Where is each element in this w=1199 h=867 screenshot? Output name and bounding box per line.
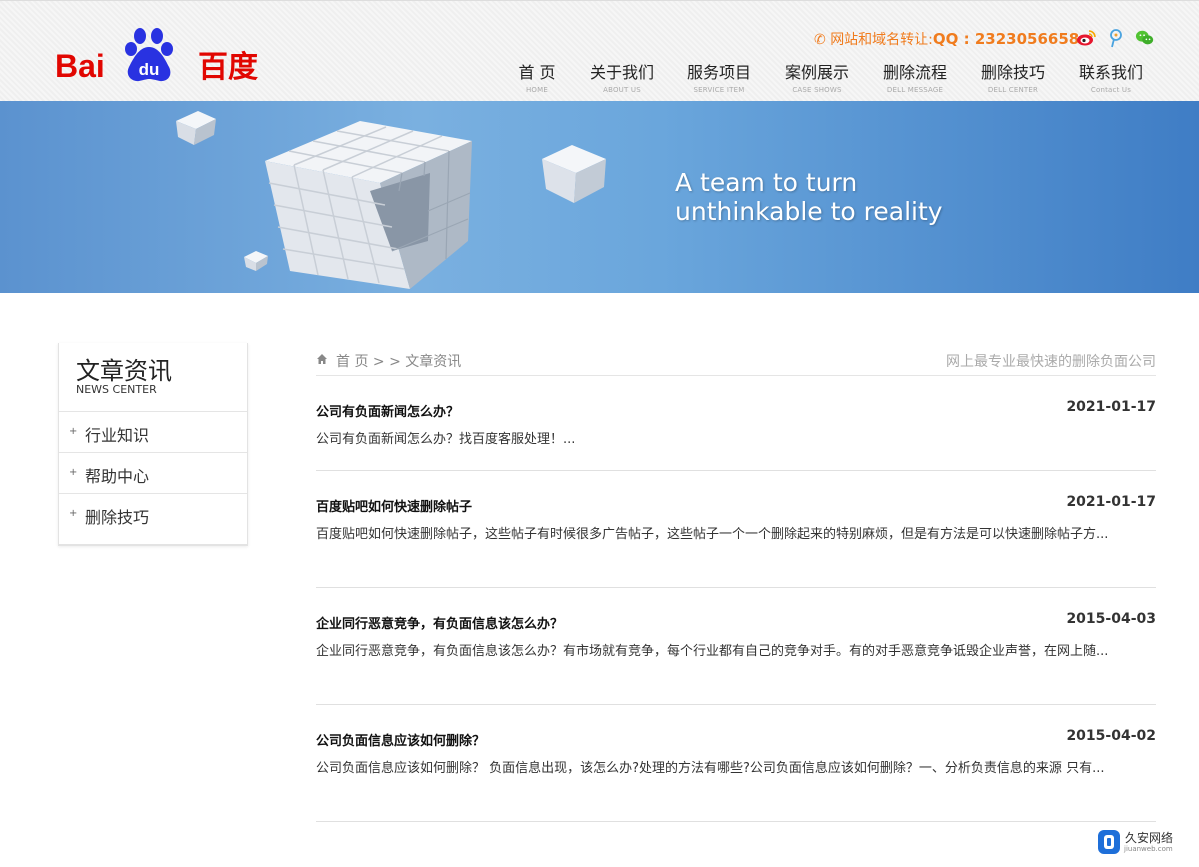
nav-sublabel: ABOUT US xyxy=(603,86,641,94)
nav-label: 删除技巧 xyxy=(980,63,1045,82)
nav-label: 联系我们 xyxy=(1078,63,1143,82)
article-summary: 百度贴吧如何快速删除帖子，这些帖子有时候很多广告帖子，这些帖子一个一个删除起来的… xyxy=(316,527,1109,542)
page-slogan: 网上最专业最快速的删除负面公司 xyxy=(946,354,1156,370)
sidebar-item-help[interactable]: + 帮助中心 xyxy=(59,453,247,494)
sidebar-item-label: 帮助中心 xyxy=(85,467,150,486)
article-item: 公司负面信息应该如何删除？ 2015-04-02 公司负面信息应该如何删除？ 负… xyxy=(316,728,1156,822)
nav-cases[interactable]: 案例展示 CASE SHOWS xyxy=(772,59,862,94)
nav-label: 首 页 xyxy=(518,63,556,82)
article-date: 2015-04-02 xyxy=(1066,728,1156,744)
site-header: du Bai 百度 ✆ 网站和域名转让:QQ : 2323056658 首 页 … xyxy=(0,0,1199,101)
breadcrumb: 首 页 > > 文章资讯 网上最专业最快速的删除负面公司 xyxy=(316,351,1156,376)
svg-text:Bai: Bai xyxy=(55,48,105,83)
sidebar-item-label: 删除技巧 xyxy=(85,508,150,527)
hero-banner: A team to turn unthinkable to reality xyxy=(0,101,1199,293)
nav-tips[interactable]: 删除技巧 DELL CENTER xyxy=(968,59,1058,94)
plus-icon: + xyxy=(69,508,78,519)
sidebar: 文章资讯 NEWS CENTER + 行业知识 + 帮助中心 + 删除技巧 xyxy=(58,343,248,546)
home-icon[interactable] xyxy=(316,353,328,365)
pin-icon[interactable] xyxy=(1106,28,1126,48)
nav-sublabel: DELL CENTER xyxy=(987,86,1039,94)
article-date: 2021-01-17 xyxy=(1066,399,1156,415)
nav-label: 关于我们 xyxy=(589,63,654,82)
wechat-icon[interactable] xyxy=(1135,28,1155,48)
small-cube-icon xyxy=(244,251,268,271)
nav-sublabel: DELL MESSAGE xyxy=(886,86,944,94)
nav-sublabel: Contact Us xyxy=(1090,86,1132,94)
contact-info: ✆ 网站和域名转让:QQ : 2323056658 xyxy=(814,29,1079,49)
article-date: 2021-01-17 xyxy=(1066,494,1156,510)
watermark-name: 久安网络 xyxy=(1125,831,1174,845)
article-item: 企业同行恶意竞争，有负面信息该怎么办？ 2015-04-03 企业同行恶意竞争，… xyxy=(316,611,1156,705)
baidu-logo[interactable]: du Bai 百度 xyxy=(55,27,280,83)
nav-about[interactable]: 关于我们 ABOUT US xyxy=(577,59,667,94)
article-summary: 公司有负面新闻怎么办？找百度客服处理！... xyxy=(316,432,576,447)
svg-text:百度: 百度 xyxy=(198,50,258,83)
nav-label: 案例展示 xyxy=(784,63,849,82)
article-title[interactable]: 百度贴吧如何快速删除帖子 xyxy=(316,496,472,515)
plus-icon: + xyxy=(69,426,78,437)
nav-sublabel: CASE SHOWS xyxy=(792,86,842,94)
weibo-icon[interactable] xyxy=(1076,28,1096,48)
nav-sublabel: SERVICE ITEM xyxy=(693,86,745,94)
tagline-line1: A team to turn xyxy=(675,168,858,197)
nav-label: 服务项目 xyxy=(686,63,751,82)
sidebar-item-industry[interactable]: + 行业知识 xyxy=(59,412,247,453)
contact-qq[interactable]: QQ : 2323056658 xyxy=(933,30,1079,48)
big-cube-icon xyxy=(265,121,472,289)
nav-contact[interactable]: 联系我们 Contact Us xyxy=(1066,59,1156,94)
nav-process[interactable]: 删除流程 DELL MESSAGE xyxy=(870,59,960,94)
article-summary: 公司负面信息应该如何删除？ 负面信息出现，该怎么办?处理的方法有哪些?公司负面信… xyxy=(316,761,1105,776)
sidebar-item-label: 行业知识 xyxy=(85,426,150,445)
tagline-line2: unthinkable to reality xyxy=(675,197,943,226)
contact-label: 网站和域名转让: xyxy=(830,32,933,48)
plus-icon: + xyxy=(69,467,78,478)
banner-tagline: A team to turn unthinkable to reality xyxy=(675,168,943,226)
svg-text:du: du xyxy=(139,60,160,79)
nav-services[interactable]: 服务项目 SERVICE ITEM xyxy=(674,59,764,94)
small-cube-icon xyxy=(542,145,606,203)
cube-illustration xyxy=(176,111,606,289)
sidebar-subtitle: NEWS CENTER xyxy=(76,383,157,396)
article-item: 百度贴吧如何快速删除帖子 2021-01-17 百度贴吧如何快速删除帖子，这些帖… xyxy=(316,494,1156,588)
article-item: 公司有负面新闻怎么办？ 2021-01-17 公司有负面新闻怎么办？找百度客服处… xyxy=(316,399,1156,471)
article-date: 2015-04-03 xyxy=(1066,611,1156,627)
article-title[interactable]: 公司有负面新闻怎么办？ xyxy=(316,401,459,420)
nav-label: 删除流程 xyxy=(882,63,947,82)
small-cube-icon xyxy=(176,111,216,145)
article-summary: 企业同行恶意竞争，有负面信息该怎么办？有市场就有竞争，每个行业都有自己的竞争对手… xyxy=(316,644,1109,659)
nav-home[interactable]: 首 页 HOME xyxy=(492,59,582,94)
watermark-url: jiuanweb.com xyxy=(1124,845,1173,853)
article-title[interactable]: 公司负面信息应该如何删除？ xyxy=(316,730,485,749)
breadcrumb-text[interactable]: 首 页 > > 文章资讯 xyxy=(336,351,461,371)
nav-sublabel: HOME xyxy=(525,86,549,94)
sidebar-title: 文章资讯 xyxy=(76,357,172,385)
article-title[interactable]: 企业同行恶意竞争，有负面信息该怎么办？ xyxy=(316,613,563,632)
sidebar-item-tips[interactable]: + 删除技巧 xyxy=(59,494,247,535)
watermark-logo-icon xyxy=(1098,830,1120,854)
phone-icon: ✆ xyxy=(814,32,826,48)
